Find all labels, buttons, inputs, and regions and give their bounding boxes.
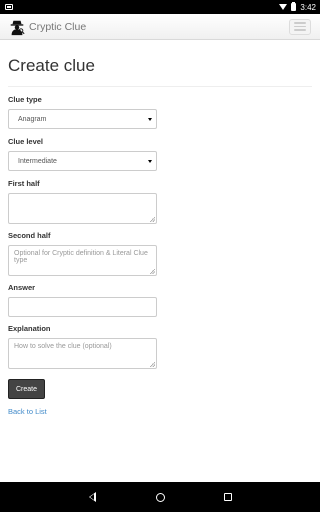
second-half-label: Second half bbox=[8, 231, 51, 240]
main-content: Create clue Clue type Anagram Clue level… bbox=[8, 40, 312, 416]
clue-type-select[interactable]: Anagram bbox=[8, 109, 157, 129]
clue-level-label: Clue level bbox=[8, 137, 44, 146]
first-half-label: First half bbox=[8, 179, 40, 188]
status-clock: 3:42 bbox=[300, 2, 316, 12]
answer-label: Answer bbox=[8, 283, 36, 292]
detective-icon bbox=[10, 20, 25, 35]
clue-level-value: Intermediate bbox=[18, 157, 57, 165]
divider bbox=[8, 86, 312, 87]
back-icon[interactable] bbox=[84, 489, 100, 505]
wifi-icon bbox=[279, 4, 288, 10]
clue-level-group: Clue level Intermediate bbox=[8, 137, 157, 171]
notification-icon bbox=[5, 4, 13, 10]
brand-link[interactable]: Cryptic Clue bbox=[8, 18, 86, 36]
resize-handle-icon[interactable] bbox=[150, 269, 155, 274]
answer-group: Answer bbox=[8, 283, 157, 317]
second-half-textarea[interactable] bbox=[8, 245, 157, 276]
back-to-list-link[interactable]: Back to List bbox=[8, 407, 47, 416]
create-button[interactable]: Create bbox=[8, 379, 45, 399]
brand-name: Cryptic Clue bbox=[29, 20, 87, 33]
second-half-group: Second half bbox=[8, 231, 157, 276]
top-navbar: Cryptic Clue bbox=[0, 14, 320, 40]
explanation-textarea[interactable] bbox=[8, 338, 157, 369]
clue-type-value: Anagram bbox=[18, 115, 47, 123]
first-half-group: First half bbox=[8, 179, 157, 224]
resize-handle-icon[interactable] bbox=[150, 217, 155, 222]
explanation-label: Explanation bbox=[8, 324, 51, 333]
dropdown-arrow-icon bbox=[148, 159, 152, 163]
system-nav-bar bbox=[0, 482, 320, 512]
battery-icon bbox=[291, 2, 297, 11]
clue-type-group: Clue type Anagram bbox=[8, 95, 157, 129]
dropdown-arrow-icon bbox=[148, 117, 152, 121]
explanation-group: Explanation bbox=[8, 324, 157, 369]
answer-input[interactable] bbox=[8, 297, 157, 317]
recents-icon[interactable] bbox=[220, 489, 236, 505]
first-half-textarea[interactable] bbox=[8, 193, 157, 224]
clue-level-select[interactable]: Intermediate bbox=[8, 151, 157, 171]
status-bar: 3:42 bbox=[0, 0, 320, 14]
resize-handle-icon[interactable] bbox=[150, 362, 155, 367]
page-title: Create clue bbox=[8, 56, 95, 75]
clue-type-label: Clue type bbox=[8, 95, 42, 104]
hamburger-menu-icon[interactable] bbox=[289, 18, 311, 35]
home-icon[interactable] bbox=[152, 489, 168, 505]
